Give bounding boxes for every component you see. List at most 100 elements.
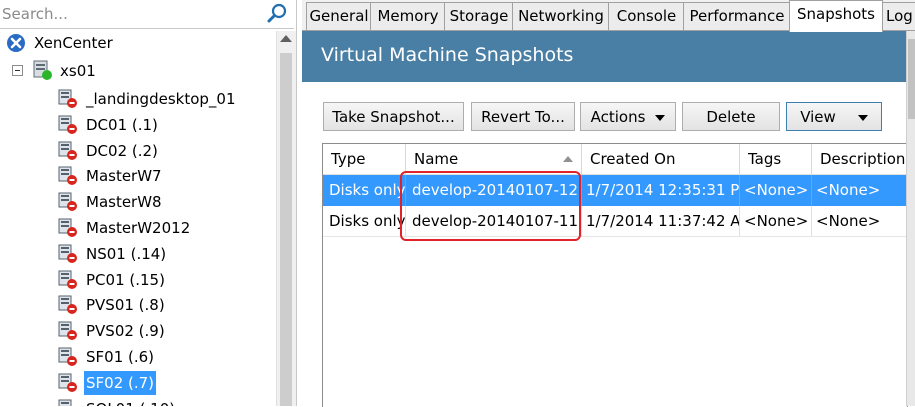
vm-halted-icon — [58, 321, 78, 341]
table-row[interactable]: Disks only develop-20140107-1235 1/7/201… — [323, 175, 907, 206]
tree-vm-item[interactable]: MasterW2012 — [0, 216, 270, 240]
tab-snapshots[interactable]: Snapshots — [789, 0, 883, 32]
vm-halted-icon — [58, 399, 78, 406]
tree-vm-item[interactable]: MasterW7 — [0, 164, 270, 188]
tree-vm-item[interactable]: NS01 (.14) — [0, 242, 270, 266]
tree-vm-label: MasterW2012 — [84, 216, 192, 240]
column-header-name[interactable]: Name — [406, 144, 582, 175]
scrollbar-thumb[interactable] — [280, 53, 292, 406]
tree-vm-item[interactable]: PVS02 (.9) — [0, 319, 270, 343]
column-header-description[interactable]: Description — [812, 144, 907, 175]
view-button[interactable]: View — [786, 102, 882, 131]
cell-description: <None> — [812, 206, 907, 237]
scrollbar-thumb[interactable] — [908, 39, 915, 119]
resource-tree: XenCenter xs01 _landingdesktop_01DC01 (.… — [0, 31, 276, 406]
cell-tags: <None> — [740, 175, 812, 206]
tab-performance[interactable]: Performance — [683, 2, 791, 30]
revert-to-button[interactable]: Revert To... — [471, 102, 575, 131]
scroll-up-arrow-icon[interactable] — [280, 35, 292, 42]
column-description-label: Description — [820, 150, 905, 168]
tree-vm-label: SF01 (.6) — [84, 345, 156, 369]
tree-vm-item[interactable]: PC01 (.15) — [0, 268, 270, 292]
cell-name: develop-20140107-1235 — [406, 175, 582, 206]
vm-halted-icon — [58, 373, 78, 393]
tree-vm-label: PC01 (.15) — [84, 268, 167, 292]
vm-halted-icon — [58, 270, 78, 290]
tab-console[interactable]: Console — [608, 2, 685, 30]
tree-pane: Search... XenCenter xs01 — [0, 0, 297, 406]
vm-halted-icon — [58, 192, 78, 212]
column-created-label: Created On — [590, 150, 675, 168]
tree-vm-label: SQL01 (.10) — [84, 397, 177, 406]
column-name-label: Name — [414, 150, 458, 168]
tab-general[interactable]: General — [306, 2, 372, 30]
pane-scrollbar[interactable] — [906, 31, 915, 406]
tree-root-label: XenCenter — [32, 31, 115, 55]
vm-halted-icon — [58, 141, 78, 161]
tree-vm-item[interactable]: MasterW8 — [0, 190, 270, 214]
tree-vm-label: MasterW8 — [84, 190, 164, 214]
tab-bar: General Memory Storage Networking Consol… — [302, 0, 915, 31]
xencenter-icon — [6, 33, 26, 53]
vm-halted-icon — [58, 347, 78, 367]
vm-halted-icon — [58, 115, 78, 135]
cell-type: Disks only — [323, 175, 406, 206]
search-icon[interactable] — [266, 3, 288, 25]
vm-halted-icon — [58, 295, 78, 315]
take-snapshot-button[interactable]: Take Snapshot... — [323, 102, 464, 131]
vm-halted-icon — [58, 89, 78, 109]
tree-vm-item[interactable]: SQL01 (.10) — [0, 397, 270, 406]
chevron-down-icon — [858, 115, 868, 121]
column-header-tags[interactable]: Tags — [740, 144, 812, 175]
collapse-toggle-icon[interactable] — [12, 65, 23, 76]
tree-vm-item[interactable]: SF02 (.7) — [0, 371, 270, 395]
search-placeholder: Search... — [2, 5, 68, 23]
column-header-type[interactable]: Type — [323, 144, 406, 175]
column-tags-label: Tags — [748, 150, 781, 168]
snapshot-grid: Type Name Created On Tags Description Di… — [322, 143, 908, 407]
tab-memory[interactable]: Memory — [370, 2, 446, 30]
tree-vm-label: PVS01 (.8) — [84, 293, 167, 317]
page-title: Virtual Machine Snapshots — [321, 44, 573, 66]
tree-vm-label: NS01 (.14) — [84, 242, 168, 266]
cell-created-on: 1/7/2014 12:35:31 PM — [582, 175, 740, 206]
server-icon — [32, 59, 54, 81]
vm-halted-icon — [58, 166, 78, 186]
snapshots-header: Virtual Machine Snapshots — [302, 31, 915, 82]
view-label: View — [800, 108, 836, 126]
chevron-down-icon — [655, 115, 665, 121]
cell-name: develop-20140107-1134 — [406, 206, 582, 237]
delete-label: Delete — [706, 108, 755, 126]
tree-node-server[interactable]: xs01 — [12, 59, 212, 83]
take-snapshot-label: Take Snapshot... — [332, 108, 454, 126]
tab-networking[interactable]: Networking — [512, 2, 610, 30]
column-type-label: Type — [331, 150, 365, 168]
sort-ascending-icon — [563, 156, 573, 162]
tree-vm-item[interactable]: SF01 (.6) — [0, 345, 270, 369]
tree-vm-label: DC01 (.1) — [84, 113, 160, 137]
tab-log[interactable]: Log — [881, 2, 915, 30]
tab-storage[interactable]: Storage — [444, 2, 514, 30]
actions-button[interactable]: Actions — [580, 102, 676, 131]
cell-description: <None> — [812, 175, 907, 206]
tree-vm-item[interactable]: DC02 (.2) — [0, 139, 270, 163]
revert-to-label: Revert To... — [481, 108, 565, 126]
tree-vm-label: DC02 (.2) — [84, 139, 160, 163]
tree-vm-item[interactable]: DC01 (.1) — [0, 113, 270, 137]
tree-scrollbar[interactable] — [276, 31, 296, 406]
cell-created-on: 1/7/2014 11:37:42 AM — [582, 206, 740, 237]
actions-label: Actions — [591, 108, 646, 126]
vm-halted-icon — [58, 244, 78, 264]
tree-server-label: xs01 — [58, 59, 98, 83]
vm-halted-icon — [58, 218, 78, 238]
tree-vm-item[interactable]: _landingdesktop_01 — [0, 87, 270, 111]
tree-vm-label: _landingdesktop_01 — [84, 87, 238, 111]
search-box[interactable]: Search... — [0, 0, 294, 29]
tree-vm-item[interactable]: PVS01 (.8) — [0, 293, 270, 317]
table-row[interactable]: Disks only develop-20140107-1134 1/7/201… — [323, 206, 907, 237]
tree-vm-label: MasterW7 — [84, 164, 164, 188]
cell-type: Disks only — [323, 206, 406, 237]
tree-vm-label: SF02 (.7) — [84, 371, 156, 395]
delete-button[interactable]: Delete — [682, 102, 780, 131]
column-header-created-on[interactable]: Created On — [582, 144, 740, 175]
